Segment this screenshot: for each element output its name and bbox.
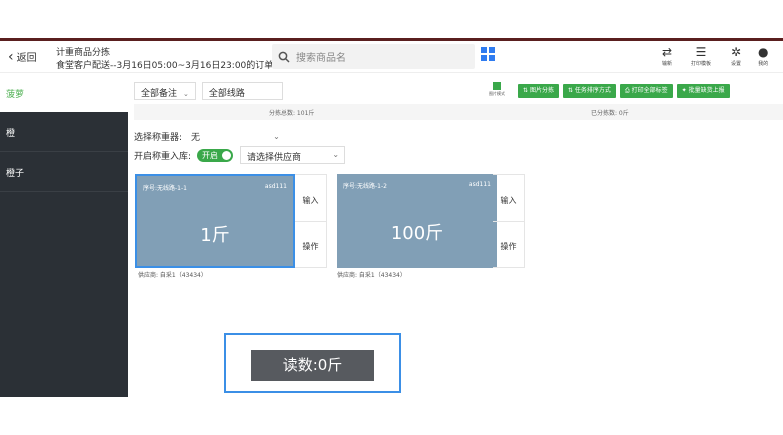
- supplier-select[interactable]: 请选择供应商 ⌄: [240, 146, 346, 164]
- profile-button[interactable]: ● 我的: [758, 44, 768, 67]
- card-seq: 序号:无线路-1-2: [343, 183, 387, 190]
- back-label: 返回: [16, 53, 37, 64]
- card-side-actions: 输入 操作: [493, 174, 525, 268]
- reading-display: 读数:0斤: [251, 350, 374, 381]
- action-buttons: ⇅ 图片分拣 ⇅ 任务排序方式 ⎙ 打印全部标签 ✦ 批量缺货上报: [518, 84, 730, 98]
- print-template-button[interactable]: ☰ 打印模板: [691, 44, 711, 67]
- storage-row: 开启称重入库: 开启 请选择供应商 ⌄: [134, 146, 346, 164]
- total-count: 分拣总数: 101斤: [269, 110, 315, 117]
- weigh-card[interactable]: 序号:无线路-1-2 asd111 100斤: [337, 174, 497, 268]
- search-placeholder: 搜索商品名: [296, 53, 346, 64]
- print-all-labels-button[interactable]: ⎙ 打印全部标签: [619, 84, 673, 98]
- scale-select[interactable]: 无: [191, 130, 200, 143]
- done-count: 已分拣数: 0斤: [591, 110, 629, 117]
- picture-sort-button[interactable]: ⇅ 图片分拣: [518, 84, 559, 98]
- divider: [493, 221, 524, 222]
- picture-sort-label: 图片分拣: [529, 87, 554, 94]
- task-order-label: 任务排序方式: [574, 87, 611, 94]
- route-select[interactable]: 全部线路: [201, 82, 283, 100]
- card-code: asd111: [264, 183, 287, 190]
- chevron-down-icon: ⌄: [183, 90, 189, 98]
- picture-mode-label: 图片模式: [489, 91, 505, 96]
- header-bar: ‹ 返回 计重商品分拣 食堂客户配送--3月16日05:00~3月16日23:0…: [0, 41, 783, 73]
- card-supplier: 供应商: 自采1（43434）: [138, 272, 207, 279]
- card-side-actions: 输入 操作: [295, 174, 327, 268]
- remark-select[interactable]: 全部备注 ⌄: [134, 82, 196, 100]
- reading-panel: 读数:0斤: [224, 333, 401, 393]
- divider: [295, 221, 326, 222]
- supplier-placeholder: 请选择供应商: [247, 153, 302, 163]
- sidebar-item-orange[interactable]: 橙: [0, 112, 128, 152]
- print-template-icon: ☰: [695, 45, 707, 59]
- batch-shortage-button[interactable]: ✦ 批量缺货上报: [676, 84, 730, 98]
- task-order-button[interactable]: ⇅ 任务排序方式: [562, 84, 616, 98]
- input-button[interactable]: 输入: [493, 195, 524, 206]
- profile-label: 我的: [758, 61, 769, 67]
- settings-label: 设置: [731, 61, 742, 67]
- card-supplier: 供应商: 自采1（43434）: [337, 272, 406, 279]
- search-icon: [278, 51, 290, 63]
- chevron-down-icon[interactable]: ⌄: [273, 132, 280, 141]
- card-code: asd111: [468, 181, 491, 188]
- operate-button[interactable]: 操作: [493, 241, 524, 252]
- search-input[interactable]: 搜索商品名: [272, 44, 475, 69]
- chevron-down-icon: ⌄: [332, 150, 340, 159]
- back-button[interactable]: ‹ 返回: [8, 48, 37, 65]
- input-button[interactable]: 输入: [295, 195, 326, 206]
- scale-row: 选择称重器: 无 ⌄: [134, 130, 280, 143]
- sidebar-item-orange-fruit[interactable]: 橙子: [0, 152, 128, 192]
- toggle-knob: [222, 150, 232, 160]
- batch-shortage-label: 批量缺货上报: [688, 87, 725, 94]
- picture-mode-icon: [493, 82, 501, 90]
- chevron-left-icon: ‹: [8, 48, 14, 65]
- summary-bar: 分拣总数: 101斤 已分拣数: 0斤: [134, 104, 783, 120]
- weigh-card[interactable]: 序号:无线路-1-1 asd111 1斤: [135, 174, 295, 268]
- scale-label: 选择称重器:: [134, 133, 183, 143]
- card-weight: 100斤: [390, 223, 444, 244]
- storage-toggle[interactable]: 开启: [197, 148, 234, 162]
- card-weight: 1斤: [200, 225, 230, 246]
- print-all-labels-label: 打印全部标签: [631, 87, 668, 94]
- sync-label: 输新: [662, 61, 673, 67]
- page-title: 计重商品分拣: [56, 48, 111, 58]
- filter-bar: 全部备注 ⌄ 全部线路: [134, 82, 283, 100]
- sync-button[interactable]: ⇄ 输新: [662, 44, 672, 67]
- grid-view-icon[interactable]: [481, 47, 495, 61]
- storage-toggle-text: 开启: [202, 150, 219, 160]
- route-select-value: 全部线路: [208, 89, 245, 99]
- sync-icon: ⇄: [662, 45, 673, 59]
- operate-button[interactable]: 操作: [295, 241, 326, 252]
- category-sidebar: 菠萝 橙 橙子: [0, 73, 128, 397]
- picture-mode-toggle[interactable]: 图片模式: [486, 82, 508, 97]
- storage-label: 开启称重入库:: [134, 151, 192, 162]
- remark-select-value: 全部备注: [141, 89, 178, 99]
- gear-icon: ✲: [731, 45, 742, 59]
- sidebar-item-pineapple[interactable]: 菠萝: [0, 73, 128, 112]
- print-template-label: 打印模板: [691, 61, 712, 67]
- settings-button[interactable]: ✲ 设置: [731, 44, 741, 67]
- page-subtitle: 食堂客户配送--3月16日05:00~3月16日23:00的订单: [56, 61, 274, 71]
- user-icon: ●: [758, 45, 769, 59]
- card-seq: 序号:无线路-1-1: [143, 185, 187, 192]
